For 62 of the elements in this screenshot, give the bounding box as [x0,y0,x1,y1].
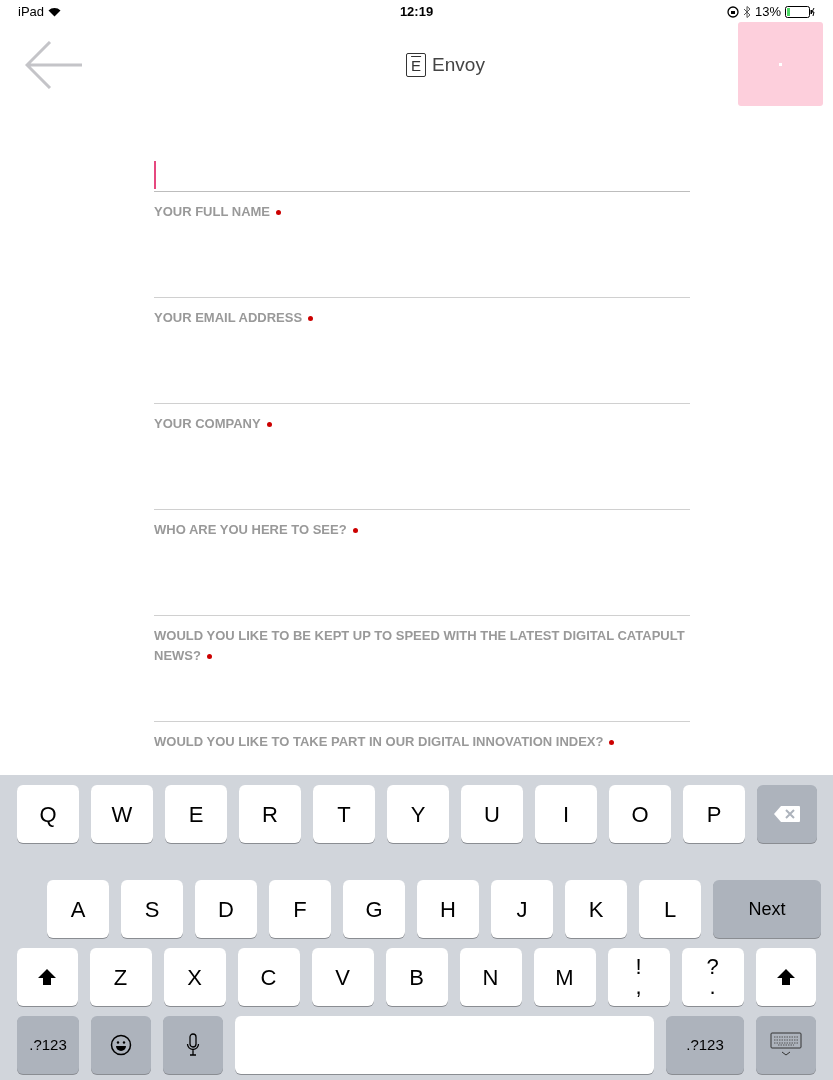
key[interactable]: Q [17,785,79,843]
key[interactable]: X [163,948,226,1006]
smiley-icon [110,1034,132,1056]
key[interactable]: S [121,880,183,938]
key[interactable]: K [565,880,627,938]
emoji-key[interactable] [91,1016,151,1074]
key[interactable]: F [269,880,331,938]
shift-icon [775,968,796,986]
shift-icon [37,968,58,986]
key[interactable]: G [343,880,405,938]
key[interactable]: E [165,785,227,843]
field-label: WOULD YOU LIKE TO BE KEPT UP TO SPEED WITH THE LATEST DIGITAL CATAPULT NEWS? [154,627,686,665]
keyboard-icon [770,1032,802,1058]
microphone-icon [186,1033,200,1057]
key[interactable]: D [195,880,257,938]
microphone-key[interactable] [163,1016,223,1074]
key[interactable]: P [683,785,745,843]
backspace-icon [773,805,801,823]
key[interactable]: H [417,880,479,938]
key[interactable]: J [491,880,553,938]
field-label: YOUR EMAIL ADDRESS [154,308,690,328]
key[interactable]: O [609,785,671,843]
rotation-lock-icon [726,6,739,18]
key[interactable]: M [533,948,596,1006]
app-title: Envoy [432,53,485,77]
clock: 12:19 [399,3,434,22]
shift-key[interactable] [755,948,816,1006]
key[interactable]: U [461,785,523,843]
field-label: YOUR FULL NAME [154,202,690,222]
bluetooth-icon [742,6,751,18]
key[interactable]: R [239,785,301,843]
key[interactable]: A [47,880,109,938]
device-name: iPad [18,3,45,22]
battery-icon [785,6,815,18]
back-button[interactable] [25,41,83,89]
field-label: WOULD YOU LIKE TO TAKE PART IN OUR DIGITAL INNOVATION INDEX? [154,732,690,752]
key[interactable]: Y [387,785,449,843]
numbers-key[interactable]: .?123 [666,1016,744,1074]
key[interactable]: V [311,948,374,1006]
battery-percentage: 13% [754,3,781,22]
key[interactable]: I [535,785,597,843]
space-key[interactable] [235,1016,654,1074]
key[interactable]: ! , [607,948,670,1006]
key[interactable]: N [459,948,522,1006]
wifi-icon [48,7,62,17]
square-button[interactable] [738,22,823,106]
key[interactable]: T [313,785,375,843]
field-label: WHO ARE YOU HERE TO SEE? [154,520,690,540]
logo-icon: E [406,53,427,78]
shift-key[interactable] [17,948,78,1006]
key[interactable]: Z [89,948,152,1006]
key[interactable]: L [639,880,701,938]
hide-keyboard-key[interactable] [756,1016,816,1074]
key[interactable]: ? . [681,948,744,1006]
backspace-key[interactable] [757,785,817,843]
back-arrow-icon [25,41,83,89]
key[interactable]: W [91,785,153,843]
next-key[interactable]: Next [713,880,821,938]
key[interactable]: C [237,948,300,1006]
field-label: YOUR COMPANY [154,414,690,434]
numbers-key[interactable]: .?123 [17,1016,79,1074]
key[interactable]: B [385,948,448,1006]
